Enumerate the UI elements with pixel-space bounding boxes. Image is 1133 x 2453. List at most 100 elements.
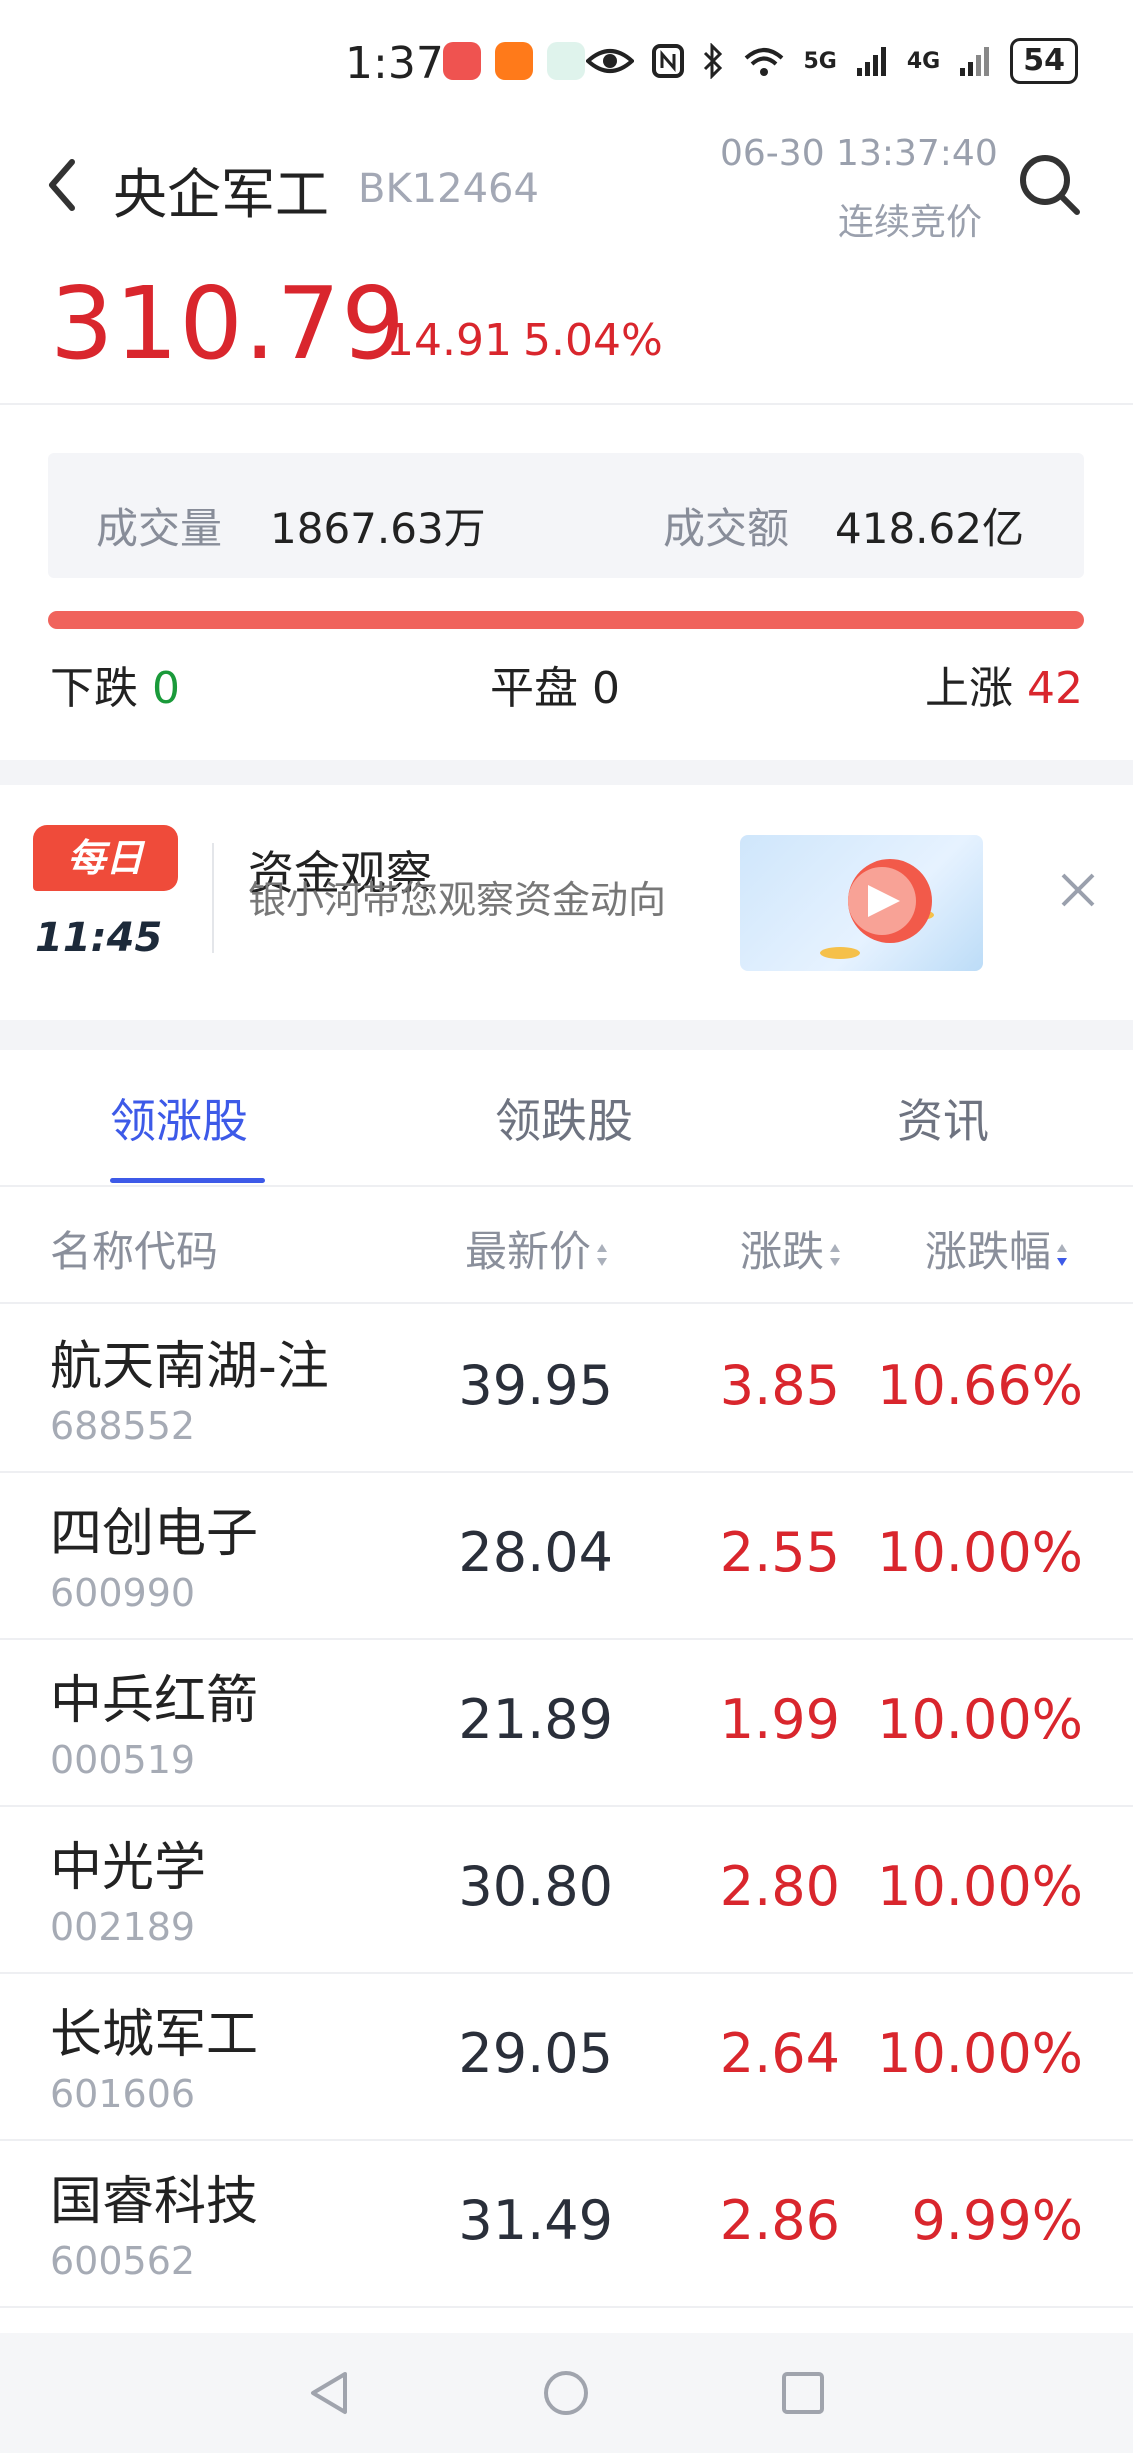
wifi-icon [744, 48, 783, 76]
nav-back-icon[interactable] [305, 2368, 355, 2418]
stock-code: 600562 [50, 2239, 196, 2283]
tab-leading-gainers[interactable]: 领涨股 [110, 1085, 248, 1151]
stock-code: 688552 [50, 1404, 196, 1448]
table-row[interactable]: 四创电子 600990 28.04 2.55 10.00% [0, 1471, 1133, 1640]
banner-subtitle: 银小河带您观察资金动向 [248, 878, 667, 922]
signal-icon [856, 47, 886, 76]
sort-desc-icon [1057, 1243, 1068, 1266]
active-tab-indicator [110, 1178, 265, 1183]
video-thumbnail[interactable] [740, 835, 983, 971]
volume-label: 成交量 [96, 504, 223, 553]
search-icon[interactable] [1015, 150, 1085, 220]
down-value: 0 [152, 663, 180, 714]
stock-name: 四创电子 [50, 1504, 259, 1564]
price-change-pct: 5.04% [523, 315, 663, 366]
header-latest-price-label: 最新价 [465, 1227, 592, 1276]
down-label: 下跌 [50, 663, 138, 714]
stock-price: 31.49 [458, 2189, 613, 2252]
header-change[interactable]: 涨跌 [740, 1218, 842, 1279]
stock-change: 2.55 [719, 1521, 840, 1584]
page-title: 央企军工 [113, 163, 329, 226]
tab-news[interactable]: 资讯 [897, 1085, 989, 1151]
stock-name: 航天南湖-注 [50, 1337, 329, 1397]
tab-leading-losers[interactable]: 领跌股 [495, 1085, 633, 1151]
section-gap [0, 760, 1133, 785]
volume-value: 1867.63万 [270, 504, 486, 553]
stock-name: 中光学 [50, 1838, 207, 1898]
header-change-pct[interactable]: 涨跌幅 [925, 1218, 1069, 1279]
trading-status: 连续竞价 [838, 202, 983, 243]
stock-price: 30.80 [458, 1855, 613, 1918]
table-row[interactable]: 国睿科技 600562 31.49 2.86 9.99% [0, 2139, 1133, 2308]
up-value: 42 [1027, 663, 1083, 714]
stock-change-pct: 10.00% [877, 1521, 1083, 1584]
network-4g-label: 4G [906, 48, 941, 74]
book-app-icon [443, 42, 481, 80]
banner-separator [212, 843, 214, 953]
vr-app-icon [547, 42, 585, 80]
stock-price: 29.05 [458, 2022, 613, 2085]
back-arrow-icon[interactable] [40, 150, 90, 220]
stock-change-pct: 10.00% [877, 1688, 1083, 1751]
eye-icon [585, 49, 634, 73]
table-row[interactable]: 中兵红箭 000519 21.89 1.99 10.00% [0, 1638, 1133, 1807]
stock-change: 2.86 [719, 2189, 840, 2252]
flat-label: 平盘 [490, 663, 578, 714]
amount-label: 成交额 [663, 504, 790, 553]
daily-badge: 每日 [33, 825, 178, 891]
status-time: 1:37 [345, 38, 444, 89]
stock-code: 002189 [50, 1905, 196, 1949]
table-row[interactable]: 长城军工 601606 29.05 2.64 10.00% [0, 1972, 1133, 2141]
stock-change: 2.80 [719, 1855, 840, 1918]
status-bar: 1:37 5G 4G 54 [0, 0, 1133, 130]
stock-change: 3.85 [719, 1354, 840, 1417]
network-5g-label: 5G [803, 48, 837, 74]
divider [0, 403, 1133, 405]
flat-value: 0 [592, 663, 620, 714]
stock-price: 39.95 [458, 1354, 613, 1417]
stock-change: 2.64 [719, 2022, 840, 2085]
nfc-icon [651, 44, 684, 78]
stock-change-pct: 9.99% [911, 2189, 1083, 2252]
quote-datetime: 06-30 13:37:40 [720, 133, 998, 174]
nav-recents-icon[interactable] [778, 2368, 828, 2418]
status-icons: 5G 4G 54 [585, 38, 1078, 84]
up-label: 上涨 [925, 663, 1013, 714]
stock-name: 国睿科技 [50, 2172, 259, 2232]
nav-home-icon[interactable] [541, 2368, 591, 2418]
stock-name: 长城军工 [50, 2005, 259, 2065]
header-name-code: 名称代码 [50, 1227, 219, 1276]
flat-count: 平盘 0 [490, 652, 620, 716]
stock-name: 中兵红箭 [50, 1671, 259, 1731]
sort-icon [830, 1243, 841, 1266]
daily-banner[interactable]: 每日 11:45 资金观察 银小河带您观察资金动向 [0, 785, 1133, 1020]
stock-code: 000519 [50, 1738, 196, 1782]
stock-code: 600990 [50, 1571, 196, 1615]
volume-box: 成交量 1867.63万 成交额 418.62亿 [48, 453, 1084, 578]
section-gap [0, 1020, 1133, 1050]
table-row[interactable]: 中光学 002189 30.80 2.80 10.00% [0, 1805, 1133, 1974]
table-row[interactable]: 航天南湖-注 688552 39.95 3.85 10.66% [0, 1304, 1133, 1473]
stock-change: 1.99 [719, 1688, 840, 1751]
stock-change-pct: 10.66% [877, 1354, 1083, 1417]
stock-change-pct: 10.00% [877, 2022, 1083, 2085]
stock-price: 21.89 [458, 1688, 613, 1751]
current-price: 310.79 [50, 265, 406, 382]
battery-indicator: 54 [1010, 38, 1078, 84]
header-latest-price[interactable]: 最新价 [465, 1218, 609, 1279]
kuaishou-app-icon [495, 42, 533, 80]
sector-code: BK12464 [358, 166, 539, 212]
system-nav-bar [0, 2333, 1133, 2453]
amount-value: 418.62亿 [835, 504, 1024, 553]
close-icon[interactable] [1055, 867, 1101, 913]
sort-icon [597, 1243, 608, 1266]
signal-icon [960, 47, 990, 76]
daily-time: 11:45 [35, 915, 163, 961]
header-change-label: 涨跌 [740, 1227, 825, 1276]
up-count: 上涨 42 [925, 652, 1083, 716]
stock-price: 28.04 [458, 1521, 613, 1584]
divider [0, 1185, 1133, 1187]
price-change: 14.91 [386, 315, 512, 366]
play-icon [820, 859, 934, 959]
header-change-pct-label: 涨跌幅 [925, 1227, 1052, 1276]
